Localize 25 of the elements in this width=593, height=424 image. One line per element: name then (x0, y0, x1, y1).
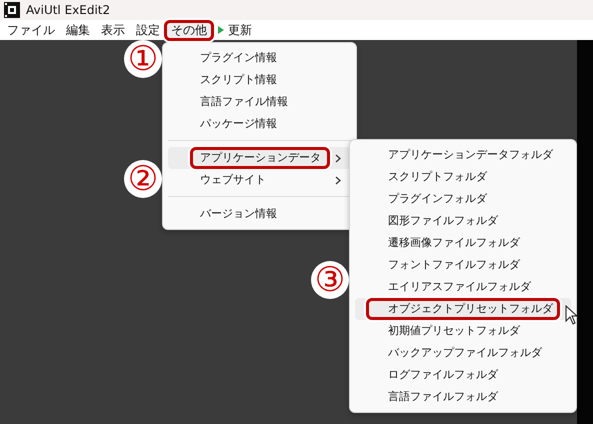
menu-item[interactable]: 遷移画像ファイルフォルダ (355, 232, 571, 254)
menu-item[interactable]: 言語ファイルフォルダ (355, 386, 571, 408)
highlight-frame (164, 20, 214, 41)
menu-item[interactable]: プラグインフォルダ (355, 188, 571, 210)
menu-item[interactable]: スクリプトフォルダ (355, 166, 571, 188)
menu-item[interactable]: 言語ファイル情報 (168, 91, 351, 113)
window-title: AviUtl ExEdit2 (26, 3, 110, 17)
menu-item[interactable]: アプリケーションデータフォルダ (355, 144, 571, 166)
menu-item[interactable]: エイリアスファイルフォルダ (355, 276, 571, 298)
menu-item[interactable]: ウェブサイト (168, 169, 351, 191)
menu-item[interactable]: 初期値プリセットフォルダ (355, 320, 571, 342)
menu-item[interactable]: バージョン情報 (168, 203, 351, 225)
menu-item[interactable]: プラグイン情報 (168, 47, 351, 69)
app-icon (4, 2, 20, 18)
menu-item[interactable]: 図形ファイルフォルダ (355, 210, 571, 232)
menu-item[interactable]: フォントファイルフォルダ (355, 254, 571, 276)
menu-item[interactable]: スクリプト情報 (168, 69, 351, 91)
menu-item[interactable]: ファイル (2, 20, 60, 40)
menu-item[interactable]: 編集 (61, 20, 95, 40)
menu-item[interactable]: ログファイルフォルダ (355, 364, 571, 386)
menu-item[interactable]: 更新 (213, 20, 257, 40)
menu-item[interactable]: 表示 (96, 20, 130, 40)
menu-item[interactable]: パッケージ情報 (168, 113, 351, 135)
menu-item[interactable]: 設定 (131, 20, 165, 40)
menu-item[interactable]: バックアップファイルフォルダ (355, 342, 571, 364)
